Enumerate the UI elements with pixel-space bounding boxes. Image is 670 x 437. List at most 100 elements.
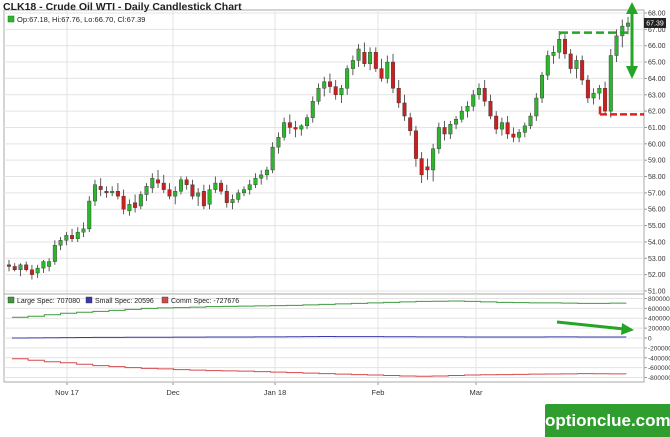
- candle-body: [201, 191, 206, 207]
- candle-body: [551, 52, 556, 56]
- x-tick-label: Jan 18: [264, 388, 287, 397]
- price-tick-label: 56.00: [648, 207, 666, 214]
- candle-body: [18, 264, 23, 270]
- watermark-logo: optionclue.com: [545, 404, 670, 437]
- ohlc-label: Op:67.18, Hi:67.76, Lo:66.70, Cl:67.39: [17, 15, 145, 24]
- candle-body: [12, 266, 17, 270]
- price-tick-label: 55.00: [648, 223, 666, 230]
- candle-body: [224, 191, 229, 203]
- candle-body: [482, 88, 487, 102]
- price-tick-label: 61.00: [648, 125, 666, 132]
- candle-body: [47, 261, 52, 267]
- candle-body: [276, 137, 281, 148]
- candle-body: [356, 48, 361, 61]
- cot-tick-label: -200000: [648, 345, 670, 352]
- price-tick-label: 59.00: [648, 158, 666, 165]
- candle-body: [259, 174, 264, 179]
- price-tick-label: 58.00: [648, 174, 666, 181]
- price-tick-label: 63.00: [648, 92, 666, 99]
- candle-body: [448, 123, 453, 135]
- candle-body: [230, 199, 235, 203]
- candle-body: [81, 228, 86, 233]
- legend-label-comm_spec: Comm Spec: -727676: [171, 298, 239, 305]
- candle-body: [603, 88, 608, 112]
- candle-body: [150, 177, 155, 189]
- cot-tick-label: 0: [648, 336, 652, 343]
- candle-body: [270, 146, 275, 171]
- candle-body: [373, 52, 378, 69]
- candle-body: [144, 186, 149, 195]
- price-y-axis: 51.00 52.00 53.00 54.00 55.00 56.00 57.00 58.00…: [644, 11, 666, 296]
- candle-body: [511, 133, 516, 138]
- candle-body: [127, 204, 132, 212]
- price-tick-label: 60.00: [648, 141, 666, 148]
- candle-body: [477, 88, 481, 95]
- legend-swatch-comm_spec: [161, 296, 169, 304]
- candle-body: [242, 189, 246, 194]
- candle-body: [327, 81, 332, 87]
- candle-body: [52, 245, 57, 262]
- candle-body: [522, 125, 527, 133]
- candle-body: [413, 130, 418, 159]
- chart-title: CLK18 - Crude Oil WTI - Daily Candlestic…: [3, 1, 242, 13]
- candle-body: [41, 261, 46, 269]
- price-tick-label: 65.00: [648, 60, 666, 67]
- candle-body: [167, 189, 172, 197]
- candle-body: [574, 60, 579, 69]
- candle-body: [385, 61, 390, 79]
- candle-body: [333, 86, 338, 95]
- candle-body: [620, 25, 625, 37]
- candle: [87, 196, 92, 233]
- candle: [608, 48, 613, 118]
- candle-body: [29, 269, 34, 275]
- x-tick-label: Nov 17: [55, 388, 79, 397]
- candle-body: [545, 55, 550, 76]
- candle-body: [517, 132, 522, 138]
- candle-body: [196, 192, 201, 197]
- candle-body: [465, 106, 470, 112]
- candle-body: [213, 182, 218, 190]
- candle-body: [454, 119, 459, 125]
- candle-body: [494, 115, 499, 130]
- candle-body: [75, 231, 80, 239]
- candle-body: [184, 179, 189, 185]
- candle-body: [161, 182, 166, 190]
- cot-y-axis: 800000 600000 400000 200000 0 -200000 -400000 -…: [644, 296, 670, 382]
- candle-body: [98, 186, 103, 190]
- candle-body: [345, 68, 350, 89]
- candle-body: [488, 101, 493, 117]
- candle-body: [391, 61, 395, 89]
- candle-body: [419, 158, 424, 176]
- price-tick-label: 57.00: [648, 190, 666, 197]
- candle-body: [580, 60, 585, 81]
- x-tick-label: Mar: [470, 388, 483, 397]
- price-panel: 51.00 52.00 53.00 54.00 55.00 56.00 57.00 58.00…: [3, 2, 666, 296]
- candle-body: [585, 79, 590, 99]
- candle-body: [562, 38, 567, 55]
- candle-body: [299, 125, 304, 130]
- x-tick-label: Feb: [372, 388, 385, 397]
- cot-tick-label: 800000: [648, 296, 670, 303]
- candle-body: [402, 102, 407, 117]
- candle-body: [322, 81, 327, 89]
- price-tick-label: 52.00: [648, 272, 666, 279]
- candle-body: [207, 189, 212, 205]
- candle-body: [190, 184, 195, 197]
- candle-body: [310, 101, 315, 118]
- candle-body: [431, 148, 436, 171]
- candle-body: [534, 97, 539, 117]
- candle-body: [597, 88, 602, 94]
- candle-body: [408, 117, 413, 131]
- candle-body: [219, 182, 224, 192]
- candle-body: [436, 127, 441, 149]
- cot-tick-label: 400000: [648, 316, 670, 323]
- price-tick-label: 54.00: [648, 239, 666, 246]
- price-tick-label: 62.00: [648, 109, 666, 116]
- candle-body: [339, 88, 344, 95]
- candle-body: [425, 166, 430, 171]
- candle-body: [253, 177, 258, 185]
- cot-legend: Large Spec: 707080 Small Spec: 20596 Comm …: [7, 296, 239, 305]
- candle-body: [92, 184, 97, 202]
- candle-body: [568, 53, 573, 69]
- x-tick-label: Dec: [166, 388, 180, 397]
